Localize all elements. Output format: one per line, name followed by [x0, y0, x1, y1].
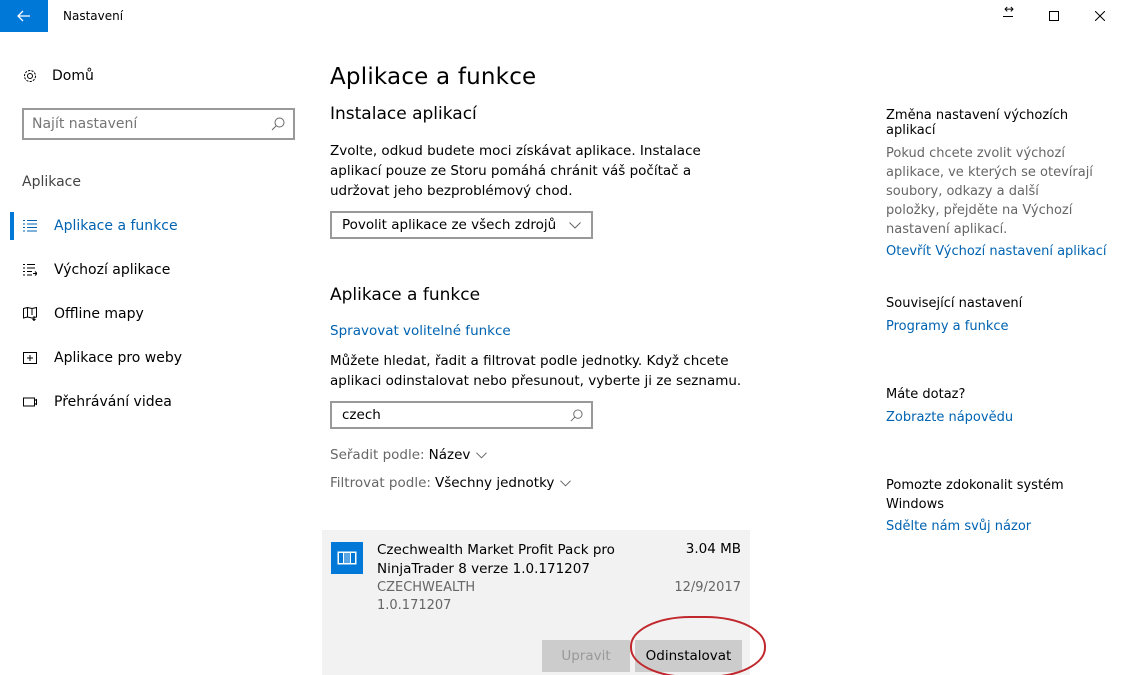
filter-value: Všechny jednotky [434, 475, 555, 491]
app-search-input[interactable]: czech [330, 401, 593, 429]
sidebar-item-default-apps[interactable]: Výchozí aplikace [0, 248, 320, 292]
filter-by-control[interactable]: Filtrovat podle: Všechny jednotky [330, 475, 850, 491]
filter-label: Filtrovat podle: [330, 475, 431, 491]
back-button[interactable] [0, 0, 48, 32]
title-bar: Nastavení ↔ [0, 0, 1123, 32]
install-source-value: Povolit aplikace ze všech zdrojů [342, 217, 557, 233]
close-icon [1095, 11, 1105, 21]
sidebar-nav: Aplikace a funkce Výchozí aplikace Offli… [0, 204, 320, 424]
question-title: Máte dotaz? [886, 387, 966, 402]
apps-for-websites-icon [22, 350, 38, 366]
app-name: Czechwealth Market Profit Pack pro Ninja… [377, 542, 615, 577]
modify-button[interactable]: Upravit [542, 640, 630, 672]
programs-features-link[interactable]: Programy a funkce [886, 319, 1116, 334]
app-installer-icon [331, 542, 363, 574]
sidebar-item-apps-for-websites[interactable]: Aplikace pro weby [0, 336, 320, 380]
sidebar-item-label: Aplikace pro weby [54, 350, 183, 366]
help-panel: Máte dotaz? Zobrazte nápovědu [886, 387, 1116, 425]
sidebar-item-apps-features[interactable]: Aplikace a funkce [0, 204, 320, 248]
install-heading: Instalace aplikací [330, 104, 477, 124]
feedback-panel: Pomozte zdokonalit systém Windows Sdělte… [886, 476, 1116, 534]
sort-value: Název [428, 447, 471, 463]
sort-label: Seřadit podle: [330, 447, 425, 463]
window-title: Nastavení [63, 9, 124, 23]
app-version: 1.0.171207 [377, 598, 452, 613]
sort-by-control[interactable]: Seřadit podle: Název [330, 447, 850, 463]
app-install-date: 12/9/2017 [674, 580, 741, 595]
page-title: Aplikace a funkce [330, 64, 537, 90]
minimize-button[interactable] [985, 0, 1031, 32]
apps-heading: Aplikace a funkce [330, 285, 481, 305]
sidebar-item-label: Offline mapy [54, 306, 144, 322]
related-settings-panel: Související nastavení Programy a funkce [886, 296, 1116, 334]
sidebar-item-label: Aplikace a funkce [54, 218, 178, 234]
manage-optional-features-link[interactable]: Spravovat volitelné funkce [330, 323, 850, 339]
back-arrow-icon [17, 10, 30, 22]
search-icon[interactable] [271, 117, 285, 131]
search-icon[interactable] [570, 408, 583, 422]
apps-description: Můžete hledat, řadit a filtrovat podle j… [330, 353, 742, 389]
install-description: Zvolte, odkud budete moci získávat aplik… [330, 143, 701, 199]
improve-title: Pomozte zdokonalit systém Windows [886, 478, 1064, 512]
nav-section-label: Aplikace [22, 174, 81, 190]
settings-search-input[interactable] [32, 116, 271, 132]
window-controls [985, 0, 1123, 32]
gear-icon [24, 70, 36, 82]
chevron-down-icon [560, 479, 572, 487]
sidebar-item-label: Přehrávání videa [54, 394, 172, 410]
app-list-item[interactable]: Czechwealth Market Profit Pack pro Ninja… [322, 530, 750, 675]
get-help-link[interactable]: Zobrazte nápovědu [886, 410, 1116, 425]
sidebar-item-label: Výchozí aplikace [54, 262, 171, 278]
close-button[interactable] [1077, 0, 1123, 32]
app-size: 3.04 MB [685, 541, 741, 557]
defaults-title: Změna nastavení výchozích aplikací [886, 108, 1069, 138]
uninstall-button[interactable]: Odinstalovat [635, 640, 742, 672]
defaults-text: Pokud chcete zvolit výchozí aplikace, ve… [886, 146, 1093, 237]
sidebar-item-video-playback[interactable]: Přehrávání videa [0, 380, 320, 424]
app-search-value: czech [342, 407, 381, 423]
maximize-button[interactable] [1031, 0, 1077, 32]
default-apps-icon [22, 262, 38, 278]
home-link[interactable]: Domů [22, 68, 94, 84]
app-publisher: CZECHWEALTH [377, 580, 476, 595]
chevron-down-icon [569, 221, 581, 229]
default-apps-panel: Změna nastavení výchozích aplikací Pokud… [886, 108, 1116, 259]
apps-features-icon [22, 218, 38, 234]
feedback-link[interactable]: Sdělte nám svůj názor [886, 519, 1116, 534]
home-label: Domů [52, 68, 94, 84]
open-default-apps-link[interactable]: Otevřít Výchozí nastavení aplikací [886, 244, 1116, 259]
main-content: Aplikace a funkce Instalace aplikací Zvo… [330, 64, 850, 491]
offline-maps-icon [22, 306, 38, 322]
minimize-icon [1003, 16, 1013, 17]
chevron-down-icon [476, 451, 488, 459]
related-title: Související nastavení [886, 296, 1023, 311]
settings-search[interactable] [22, 108, 295, 140]
sidebar-item-offline-maps[interactable]: Offline mapy [0, 292, 320, 336]
maximize-icon [1049, 11, 1059, 21]
install-source-dropdown[interactable]: Povolit aplikace ze všech zdrojů [330, 211, 593, 239]
video-playback-icon [22, 394, 38, 410]
